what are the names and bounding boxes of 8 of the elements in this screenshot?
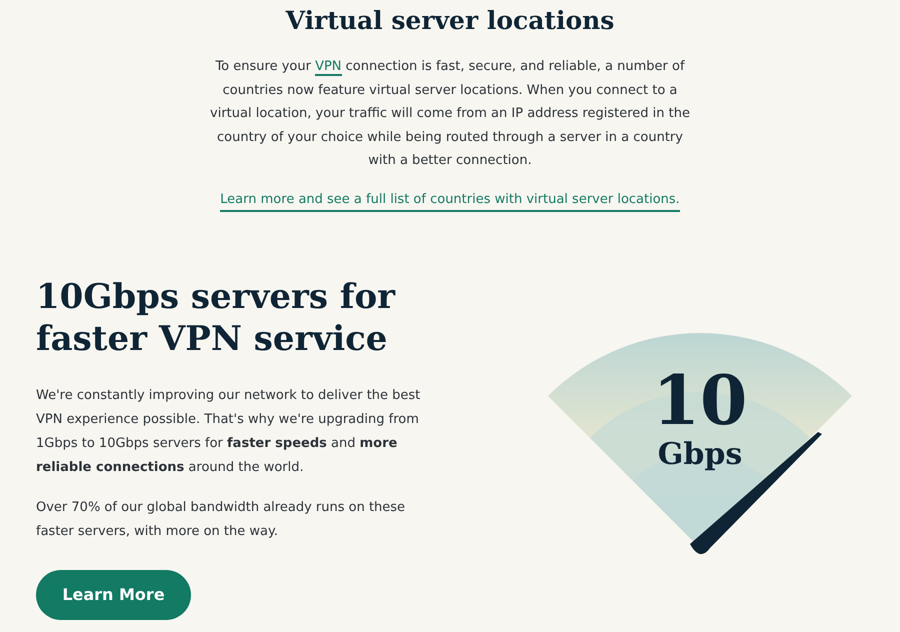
- body-paragraph: Over 70% of our global bandwidth already runs on these faster servers, with more on the way.: [36, 498, 406, 540]
- section-heading: Virtual server locations: [286, 6, 614, 35]
- learn-more-link[interactable]: Learn more and see a full list of countries with virtual server locations.: [220, 190, 680, 212]
- body-paragraph: We're constantly improving our network to deliver the best VPN experience possible. That's why we're upgrading from 1Gbps to 10Gbps servers for faster speeds and more reliable connections around the world.: [36, 386, 422, 476]
- section-heading: 10Gbps servers for faster VPN service: [36, 276, 396, 360]
- intro-paragraph: To ensure your VPN connection is fast, secure, and reliable, a number of countries now feature virtual server locations. When you connect to a virtual location, your traffic will come from an IP address registered in the country of your choice while being routed through a server in a country with a better connection.: [209, 58, 691, 170]
- learn-more-button[interactable]: Learn More: [36, 570, 191, 620]
- vpn-link[interactable]: VPN: [315, 59, 342, 76]
